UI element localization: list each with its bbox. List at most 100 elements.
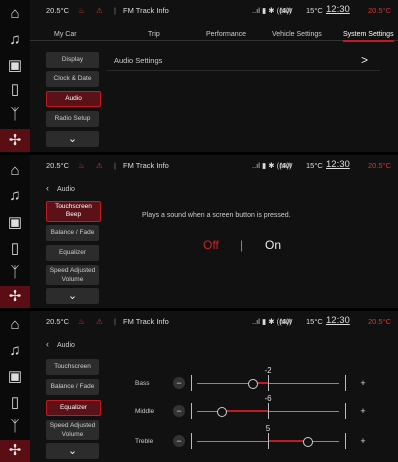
compass-direction: NW <box>280 161 293 170</box>
off-option[interactable]: Off <box>203 238 219 252</box>
breadcrumb[interactable]: ‹ Audio <box>46 339 75 349</box>
tab-my-car[interactable]: My Car <box>54 31 77 38</box>
phone-icon[interactable]: ▯ <box>5 239 25 259</box>
breadcrumb[interactable]: ‹ Audio <box>46 183 75 193</box>
back-icon[interactable]: ‹ <box>46 183 49 193</box>
menu-balance-fade[interactable]: Balance / Fade <box>46 225 99 241</box>
tab-vehicle-settings[interactable]: Vehicle Settings <box>272 31 322 38</box>
divider: | <box>114 161 116 170</box>
home-icon[interactable]: ⌂ <box>5 4 25 24</box>
status-bar: 20.5°C ♨ ⚠ | FM Track Info ..ıl ▮ ✱ ((A)… <box>30 311 398 331</box>
tab-trip[interactable]: Trip <box>148 31 160 38</box>
menu-balance-fade[interactable]: Balance / Fade <box>46 379 99 395</box>
right-temp[interactable]: 20.5°C <box>368 161 391 170</box>
sidebar: ⌂ ♫ ▣ ▯ ᛉ ✢ <box>0 155 30 308</box>
eq-decrease-button[interactable]: − <box>173 435 185 447</box>
eq-slider-knob[interactable] <box>248 379 259 389</box>
warning-icon: ⚠ <box>96 6 103 15</box>
on-option[interactable]: On <box>265 238 281 252</box>
eq-slider-knob[interactable] <box>303 437 314 447</box>
eq-center-tick <box>268 403 269 419</box>
compass-direction: NW <box>280 6 293 15</box>
outside-temp: 20.5°C <box>46 161 70 170</box>
home-icon[interactable]: ⌂ <box>5 161 25 181</box>
vehicle-settings-icon[interactable]: ✢ <box>0 129 30 152</box>
music-note-icon[interactable]: ♫ <box>5 341 25 361</box>
eq-bass-row: Bass − -2 + <box>135 366 375 394</box>
menu-equalizer[interactable]: Equalizer <box>46 245 99 261</box>
eq-band-label: Bass <box>135 380 150 387</box>
scroll-down-button[interactable]: ⌄ <box>46 131 99 147</box>
right-temp[interactable]: 20.5°C <box>368 317 391 326</box>
track-end-tick <box>345 433 346 449</box>
cabin-temp: 15°C <box>306 161 323 170</box>
menu-clock-date[interactable]: Clock & Date <box>46 71 99 87</box>
scroll-down-button[interactable]: ⌄ <box>46 443 99 459</box>
eq-slider-fill <box>220 410 268 412</box>
outside-temp: 20.5°C <box>46 317 70 326</box>
seat-heat-icon: ♨ <box>78 6 85 15</box>
radio-status: FM Track Info <box>123 161 169 170</box>
scroll-down-button[interactable]: ⌄ <box>46 288 99 304</box>
menu-display[interactable]: Display <box>46 52 99 68</box>
eq-slider-fill <box>268 440 308 442</box>
eq-decrease-button[interactable]: − <box>173 377 185 389</box>
back-icon[interactable]: ‹ <box>46 339 49 349</box>
eq-treble-row: Treble − 5 + <box>135 424 375 452</box>
eq-slider-knob[interactable] <box>216 407 227 417</box>
menu-speed-adjusted-volume[interactable]: Speed Adjusted Volume <box>46 265 99 285</box>
vehicle-settings-icon[interactable]: ✢ <box>0 286 30 308</box>
media-player-icon[interactable]: ▣ <box>5 367 25 387</box>
equalizer-screen: ⌂ ♫ ▣ ▯ ᛉ ✢ 20.5°C ♨ ⚠ | FM Track Info .… <box>0 311 398 462</box>
home-icon[interactable]: ⌂ <box>5 315 25 335</box>
sidebar: ⌂ ♫ ▣ ▯ ᛉ ✢ <box>0 0 30 152</box>
settings-tabs: My Car Trip Performance Vehicle Settings… <box>30 22 398 42</box>
climate-icon[interactable]: ᛉ <box>5 105 25 125</box>
phone-icon[interactable]: ▯ <box>5 80 25 100</box>
music-note-icon[interactable]: ♫ <box>5 186 25 206</box>
menu-touchscreen-beep[interactable]: Touchscreen Beep <box>46 359 99 386</box>
music-note-icon[interactable]: ♫ <box>5 30 25 50</box>
menu-radio-setup[interactable]: Radio Setup <box>46 111 99 127</box>
beep-description: Plays a sound when a screen button is pr… <box>142 212 291 219</box>
right-temp[interactable]: 20.5°C <box>368 6 391 15</box>
climate-icon[interactable]: ᛉ <box>5 263 25 283</box>
eq-increase-button[interactable]: + <box>357 377 369 389</box>
audio-settings-row[interactable]: Audio Settings > <box>107 53 380 71</box>
audio-settings-label: Audio Settings <box>114 56 163 65</box>
outside-temp: 20.5°C <box>46 6 70 15</box>
breadcrumb-label: Audio <box>57 186 75 193</box>
clock[interactable]: 12:30 <box>326 4 350 15</box>
track-end-tick <box>345 403 346 419</box>
radio-status: FM Track Info <box>123 6 169 15</box>
seat-heat-icon: ♨ <box>78 317 85 326</box>
clock[interactable]: 12:30 <box>326 159 350 170</box>
chevron-right-icon: > <box>360 53 368 67</box>
cabin-temp: 15°C <box>306 317 323 326</box>
eq-center-tick <box>268 433 269 449</box>
track-start-tick <box>191 403 192 419</box>
eq-center-tick <box>268 375 269 391</box>
eq-decrease-button[interactable]: − <box>173 405 185 417</box>
menu-audio[interactable]: Audio <box>46 91 101 107</box>
phone-icon[interactable]: ▯ <box>5 393 25 413</box>
vehicle-settings-icon[interactable]: ✢ <box>0 440 30 462</box>
menu-speed-adjusted-volume[interactable]: Speed Adjusted Volume <box>46 420 99 440</box>
seat-heat-icon: ♨ <box>78 161 85 170</box>
eq-increase-button[interactable]: + <box>357 405 369 417</box>
media-player-icon[interactable]: ▣ <box>5 213 25 233</box>
eq-band-label: Treble <box>135 438 154 445</box>
warning-icon: ⚠ <box>96 161 103 170</box>
tab-system-settings[interactable]: System Settings <box>343 31 394 42</box>
clock[interactable]: 12:30 <box>326 315 350 326</box>
media-player-icon[interactable]: ▣ <box>5 56 25 76</box>
menu-touchscreen-beep[interactable]: Touchscreen Beep <box>46 201 101 222</box>
eq-middle-row: Middle − -6 + <box>135 394 375 422</box>
status-bar: 20.5°C ♨ ⚠ | FM Track Info ..ıl ▮ ✱ ((A)… <box>30 155 398 175</box>
menu-equalizer[interactable]: Equalizer <box>46 400 101 416</box>
eq-increase-button[interactable]: + <box>357 435 369 447</box>
eq-value-label: -2 <box>264 366 272 375</box>
compass-direction: NW <box>280 317 293 326</box>
climate-icon[interactable]: ᛉ <box>5 417 25 437</box>
tab-performance[interactable]: Performance <box>206 31 246 38</box>
